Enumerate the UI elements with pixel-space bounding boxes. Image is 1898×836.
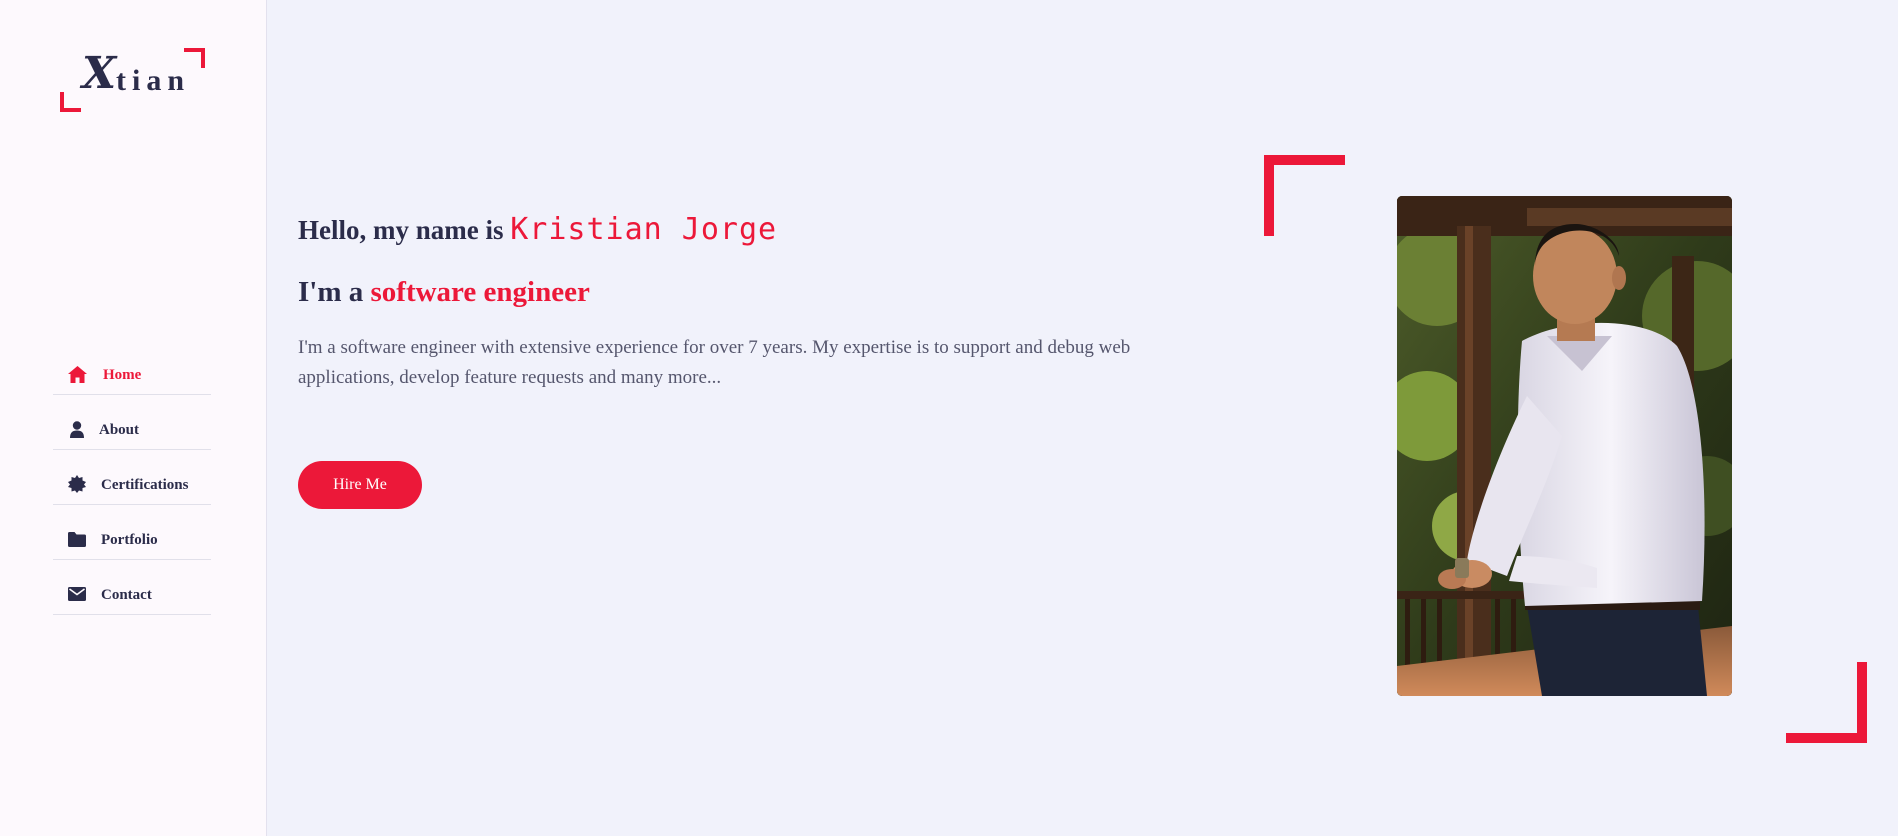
nav-item-portfolio[interactable]: Portfolio xyxy=(53,505,211,560)
nav-label-contact: Contact xyxy=(101,587,152,603)
nav-item-home[interactable]: Home xyxy=(53,340,211,395)
logo-corner-bottom-left xyxy=(60,92,81,112)
logo[interactable]: X tian xyxy=(60,48,205,112)
nav-label-home: Home xyxy=(103,367,142,383)
main-nav: Home About Certifications Portfolio Cont… xyxy=(53,340,211,615)
nav-label-about: About xyxy=(99,422,140,438)
greeting-text: Hello, my name is xyxy=(298,215,504,245)
role-heading: I'm a software engineer xyxy=(298,276,590,309)
nav-item-certifications[interactable]: Certifications xyxy=(53,450,211,505)
envelope-icon xyxy=(67,584,87,604)
profile-photo xyxy=(1397,196,1732,696)
logo-letter: X xyxy=(82,48,117,99)
person-name: Kristian Jorge xyxy=(510,212,778,247)
home-icon xyxy=(67,364,87,384)
intro-paragraph: I'm a software engineer with extensive e… xyxy=(298,337,1131,388)
frame-corner-top-left xyxy=(1264,155,1345,236)
role-title: software engineer xyxy=(370,276,590,308)
logo-text: tian xyxy=(116,64,191,97)
certificate-icon xyxy=(67,474,87,494)
hire-me-button[interactable]: Hire Me xyxy=(298,461,422,509)
nav-label-certifications: Certifications xyxy=(101,477,189,493)
user-icon xyxy=(67,419,87,439)
role-prefix: I'm a xyxy=(298,276,364,308)
nav-label-portfolio: Portfolio xyxy=(101,532,158,548)
frame-corner-bottom-right xyxy=(1786,662,1867,743)
sidebar: X tian Home About Certifications Portfol… xyxy=(0,0,267,836)
nav-item-about[interactable]: About xyxy=(53,395,211,450)
nav-item-contact[interactable]: Contact xyxy=(53,560,211,615)
folder-icon xyxy=(67,529,87,549)
greeting-heading: Hello, my name is Kristian Jorge xyxy=(298,212,777,247)
